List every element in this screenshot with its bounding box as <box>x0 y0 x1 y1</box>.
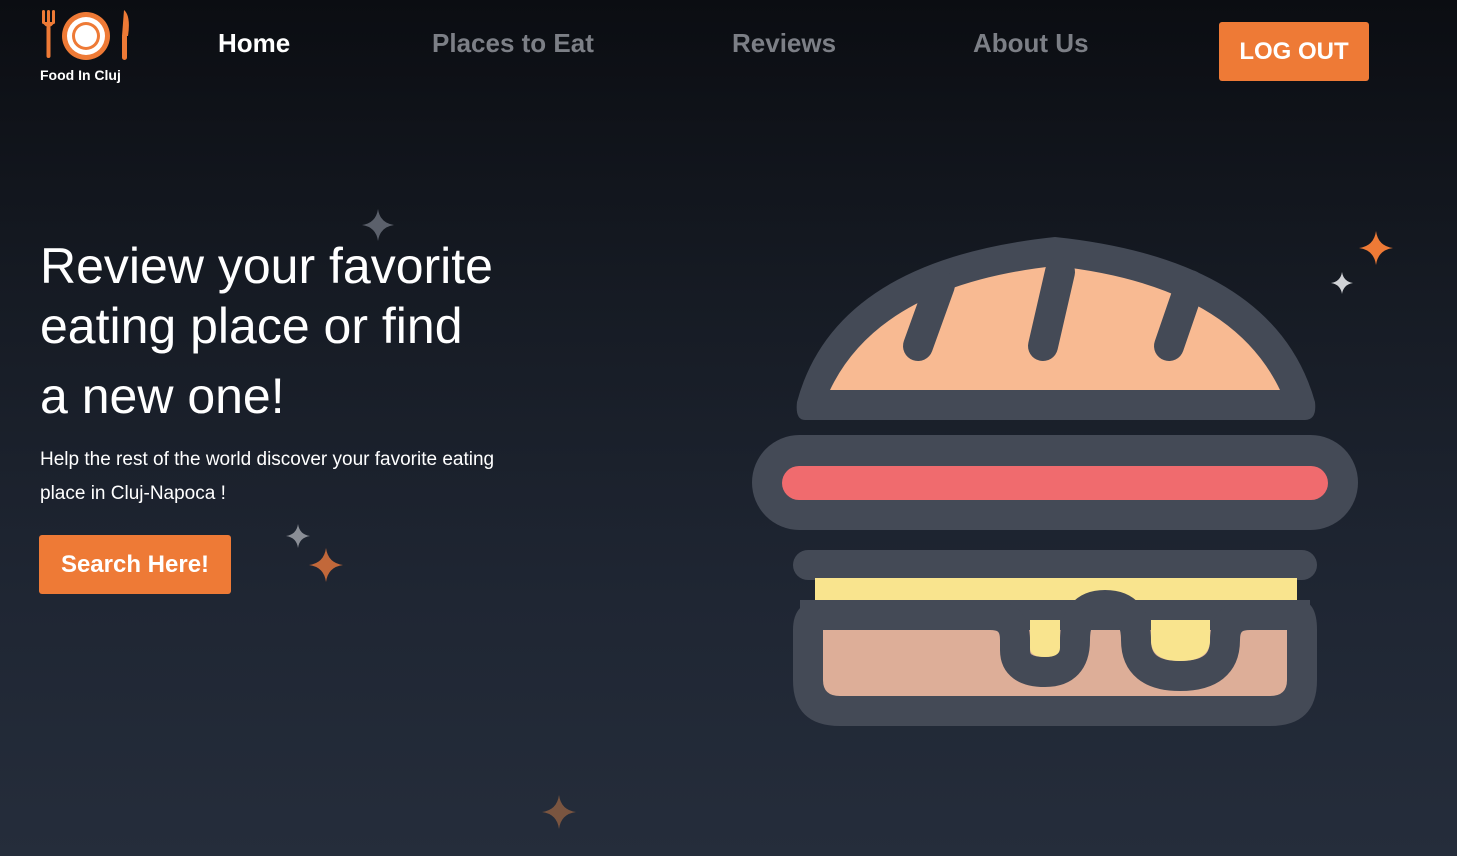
sparkle-icon <box>286 524 310 548</box>
nav-home[interactable]: Home <box>218 28 290 59</box>
hero-title-line: Review your favorite <box>40 238 493 294</box>
nav-places-to-eat[interactable]: Places to Eat <box>432 28 594 59</box>
search-button[interactable]: Search Here! <box>39 535 231 594</box>
plate-fork-knife-icon <box>42 10 129 60</box>
hero-subtitle: Help the rest of the world discover your… <box>40 449 495 504</box>
sparkle-icon <box>1359 231 1393 265</box>
hero-title-line: eating place or find <box>40 298 463 354</box>
burger-icon <box>752 237 1358 726</box>
sparkle-icon <box>542 795 576 829</box>
nav-about-us[interactable]: About Us <box>973 28 1089 59</box>
logout-button[interactable]: LOG OUT <box>1219 22 1369 81</box>
sparkle-icon <box>362 209 394 241</box>
brand-name: Food In Cluj <box>40 67 121 83</box>
hero-title: Review your favorite eating place or fin… <box>40 236 560 426</box>
sparkle-icon <box>309 548 343 582</box>
brand-logo[interactable]: Food In Cluj <box>36 6 136 86</box>
hero-title-line: a new one! <box>40 368 285 424</box>
nav-reviews[interactable]: Reviews <box>732 28 836 59</box>
